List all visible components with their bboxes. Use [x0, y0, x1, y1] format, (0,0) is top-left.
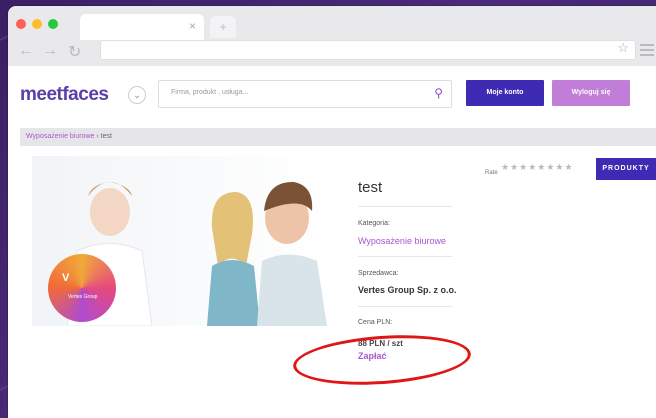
forward-arrow-icon[interactable]: →	[42, 42, 58, 60]
breadcrumb-category-link[interactable]: Wyposażenie biurowe	[26, 133, 94, 140]
browser-chrome: × + ← → ↻ ☆	[8, 6, 656, 67]
reload-icon[interactable]: ↻	[68, 42, 81, 62]
seller-label: Sprzedawca:	[358, 270, 399, 277]
divider	[358, 306, 452, 307]
maximize-window-dot[interactable]	[48, 19, 58, 29]
close-window-dot[interactable]	[16, 19, 26, 29]
category-label: Kategoria:	[358, 220, 390, 227]
v-logo-icon: V	[62, 272, 70, 284]
site-header: meetfaces ⌄ Firma, produkt , usługa... ⚲…	[8, 66, 656, 128]
rating-label: Rate	[485, 170, 498, 176]
logout-button[interactable]: Wyloguj się	[552, 80, 630, 106]
tab-close-icon[interactable]: ×	[189, 19, 196, 33]
bookmark-star-icon[interactable]: ☆	[617, 40, 629, 56]
minimize-window-dot[interactable]	[32, 19, 42, 29]
products-button[interactable]: PRODUKTY	[596, 158, 656, 180]
chevron-down-icon[interactable]: ⌄	[128, 86, 146, 104]
product-title: test	[358, 179, 383, 196]
meetfaces-logo[interactable]: meetfaces	[20, 84, 109, 106]
red-highlight-ellipse	[291, 329, 473, 391]
seller-name[interactable]: Vertes Group Sp. z o.o.	[358, 285, 457, 295]
divider	[358, 256, 452, 257]
new-tab-button[interactable]: +	[210, 16, 236, 38]
breadcrumb-current: test	[100, 133, 112, 140]
category-link[interactable]: Wyposażenie biurowe	[358, 236, 446, 246]
vertes-group-logo-badge: V Vertes Group	[48, 254, 116, 322]
back-arrow-icon[interactable]: ←	[18, 42, 34, 60]
browser-menu-icon[interactable]	[640, 44, 654, 59]
price-label: Cena PLN:	[358, 319, 393, 326]
divider	[358, 206, 452, 207]
breadcrumb: Wyposażenie biurowe › test	[20, 128, 656, 146]
rating-stars[interactable]: ★★★★★★★★	[501, 162, 574, 173]
badge-label: Vertes Group	[68, 294, 98, 300]
search-placeholder: Firma, produkt , usługa...	[171, 89, 249, 96]
my-account-button[interactable]: Moje konto	[466, 80, 544, 106]
browser-window: × + ← → ↻ ☆ meetfaces ⌄ Firma, produkt ,…	[8, 6, 656, 418]
browser-tab[interactable]: ×	[80, 14, 204, 40]
search-icon[interactable]: ⚲	[434, 86, 443, 100]
search-input[interactable]: Firma, produkt , usługa... ⚲	[158, 80, 452, 108]
breadcrumb-separator: ›	[96, 133, 99, 140]
address-bar[interactable]: ☆	[100, 40, 636, 60]
